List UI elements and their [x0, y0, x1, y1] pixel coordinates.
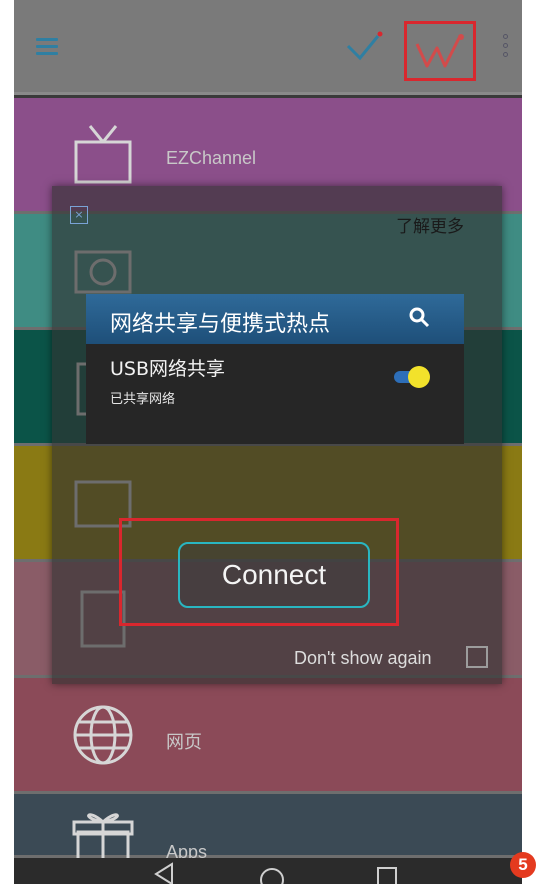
dont-show-again-label: Don't show again: [294, 648, 432, 668]
overflow-menu-icon[interactable]: [500, 34, 510, 62]
preview-header: 网络共享与便携式热点: [86, 294, 464, 344]
w-logo-button[interactable]: [404, 21, 476, 81]
preview-title: 网络共享与便携式热点: [110, 312, 331, 337]
hamburger-icon[interactable]: [36, 38, 58, 56]
w-logo-icon: [415, 34, 464, 68]
navigation-bar: [14, 858, 522, 884]
channel-label: 网页: [166, 732, 202, 752]
usb-tethering-title: USB网络共享: [110, 358, 226, 380]
usb-tethering-subtitle: 已共享网络: [110, 392, 176, 407]
step-number-badge: 5: [510, 852, 536, 878]
dont-show-again-checkbox[interactable]: [466, 646, 488, 668]
channel-row[interactable]: Apps: [14, 794, 522, 870]
connect-button[interactable]: Connect: [178, 542, 370, 608]
globe-icon: [73, 705, 133, 765]
back-icon[interactable]: [152, 862, 176, 884]
phone-screen: EZChannel 网页 Apps × 了解更多 网络共享与便携式热点 USB网…: [14, 0, 522, 884]
tv-icon: [74, 125, 132, 184]
channel-label: EZChannel: [166, 148, 257, 168]
connect-dialog: × 了解更多 网络共享与便携式热点 USB网络共享 已共享网络 Connect …: [52, 186, 502, 684]
usb-tethering-toggle: [392, 366, 430, 388]
close-icon[interactable]: ×: [70, 206, 88, 224]
home-icon[interactable]: [258, 864, 286, 884]
tethering-preview-image: 网络共享与便携式热点 USB网络共享 已共享网络: [86, 294, 464, 444]
app-bar: [14, 0, 522, 95]
search-icon: [409, 307, 430, 328]
checkmark-icon[interactable]: [344, 30, 384, 66]
channel-row[interactable]: 网页: [14, 678, 522, 794]
learn-more-link[interactable]: 了解更多: [396, 212, 464, 237]
recents-icon[interactable]: [376, 866, 398, 884]
